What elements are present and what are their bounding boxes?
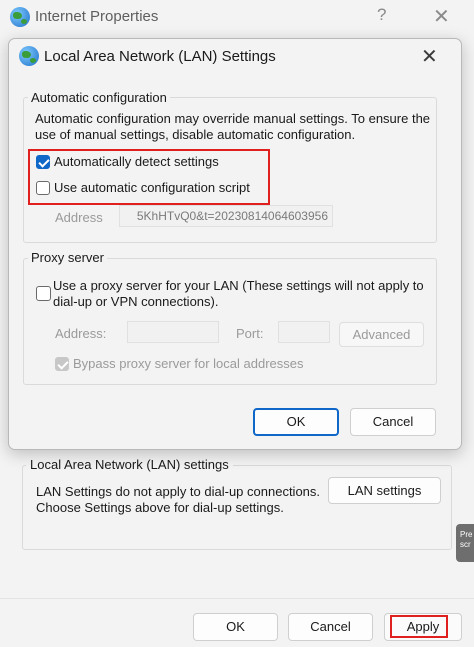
use-proxy-label[interactable]: Use a proxy server for your LAN (These s…	[53, 278, 433, 310]
dialog-ok-button[interactable]: OK	[253, 408, 339, 436]
proxy-address-label: Address:	[55, 326, 107, 341]
proxy-port-field[interactable]	[278, 321, 330, 343]
parent-title-bar: Internet Properties ? ✕	[0, 0, 474, 36]
lan-settings-description: LAN Settings do not apply to dial-up con…	[36, 484, 321, 515]
proxy-port-label: Port:	[236, 326, 264, 341]
proxy-address-field[interactable]	[127, 321, 219, 343]
dialog-close-icon[interactable]: ✕	[421, 44, 438, 69]
automatic-configuration-description: Automatic configuration may override man…	[35, 111, 431, 142]
lan-settings-dialog: Local Area Network (LAN) Settings ✕ Auto…	[8, 38, 462, 450]
bypass-local-label: Bypass proxy server for local addresses	[73, 356, 304, 371]
footer-divider	[0, 598, 474, 599]
proxy-server-title: Proxy server	[28, 250, 107, 265]
parent-ok-button[interactable]: OK	[193, 613, 278, 641]
script-address-field[interactable]: 5KhHTvQ0&t=20230814064603956	[119, 205, 333, 227]
parent-window-title: Internet Properties	[35, 8, 159, 25]
use-proxy-checkbox[interactable]	[36, 286, 51, 301]
bypass-local-checkbox[interactable]	[55, 357, 69, 371]
parent-close-icon[interactable]: ✕	[433, 4, 450, 29]
dialog-title-bar: Local Area Network (LAN) Settings ✕	[9, 39, 461, 75]
internet-globe-icon	[10, 7, 30, 27]
apply-highlight-box	[390, 615, 448, 638]
automatic-configuration-title: Automatic configuration	[28, 90, 170, 105]
lan-settings-button[interactable]: LAN settings	[328, 477, 441, 504]
checkbox-highlight-box	[28, 149, 270, 205]
script-address-label: Address	[55, 210, 103, 225]
dialog-title: Local Area Network (LAN) Settings	[44, 48, 276, 65]
dialog-cancel-button[interactable]: Cancel	[350, 408, 436, 436]
lan-settings-group-title: Local Area Network (LAN) settings	[26, 457, 233, 472]
parent-cancel-button[interactable]: Cancel	[288, 613, 373, 641]
dialog-globe-icon	[19, 46, 39, 66]
side-tooltip: Pre scr	[456, 524, 474, 562]
advanced-button[interactable]: Advanced	[339, 322, 424, 347]
help-icon[interactable]: ?	[377, 5, 386, 25]
